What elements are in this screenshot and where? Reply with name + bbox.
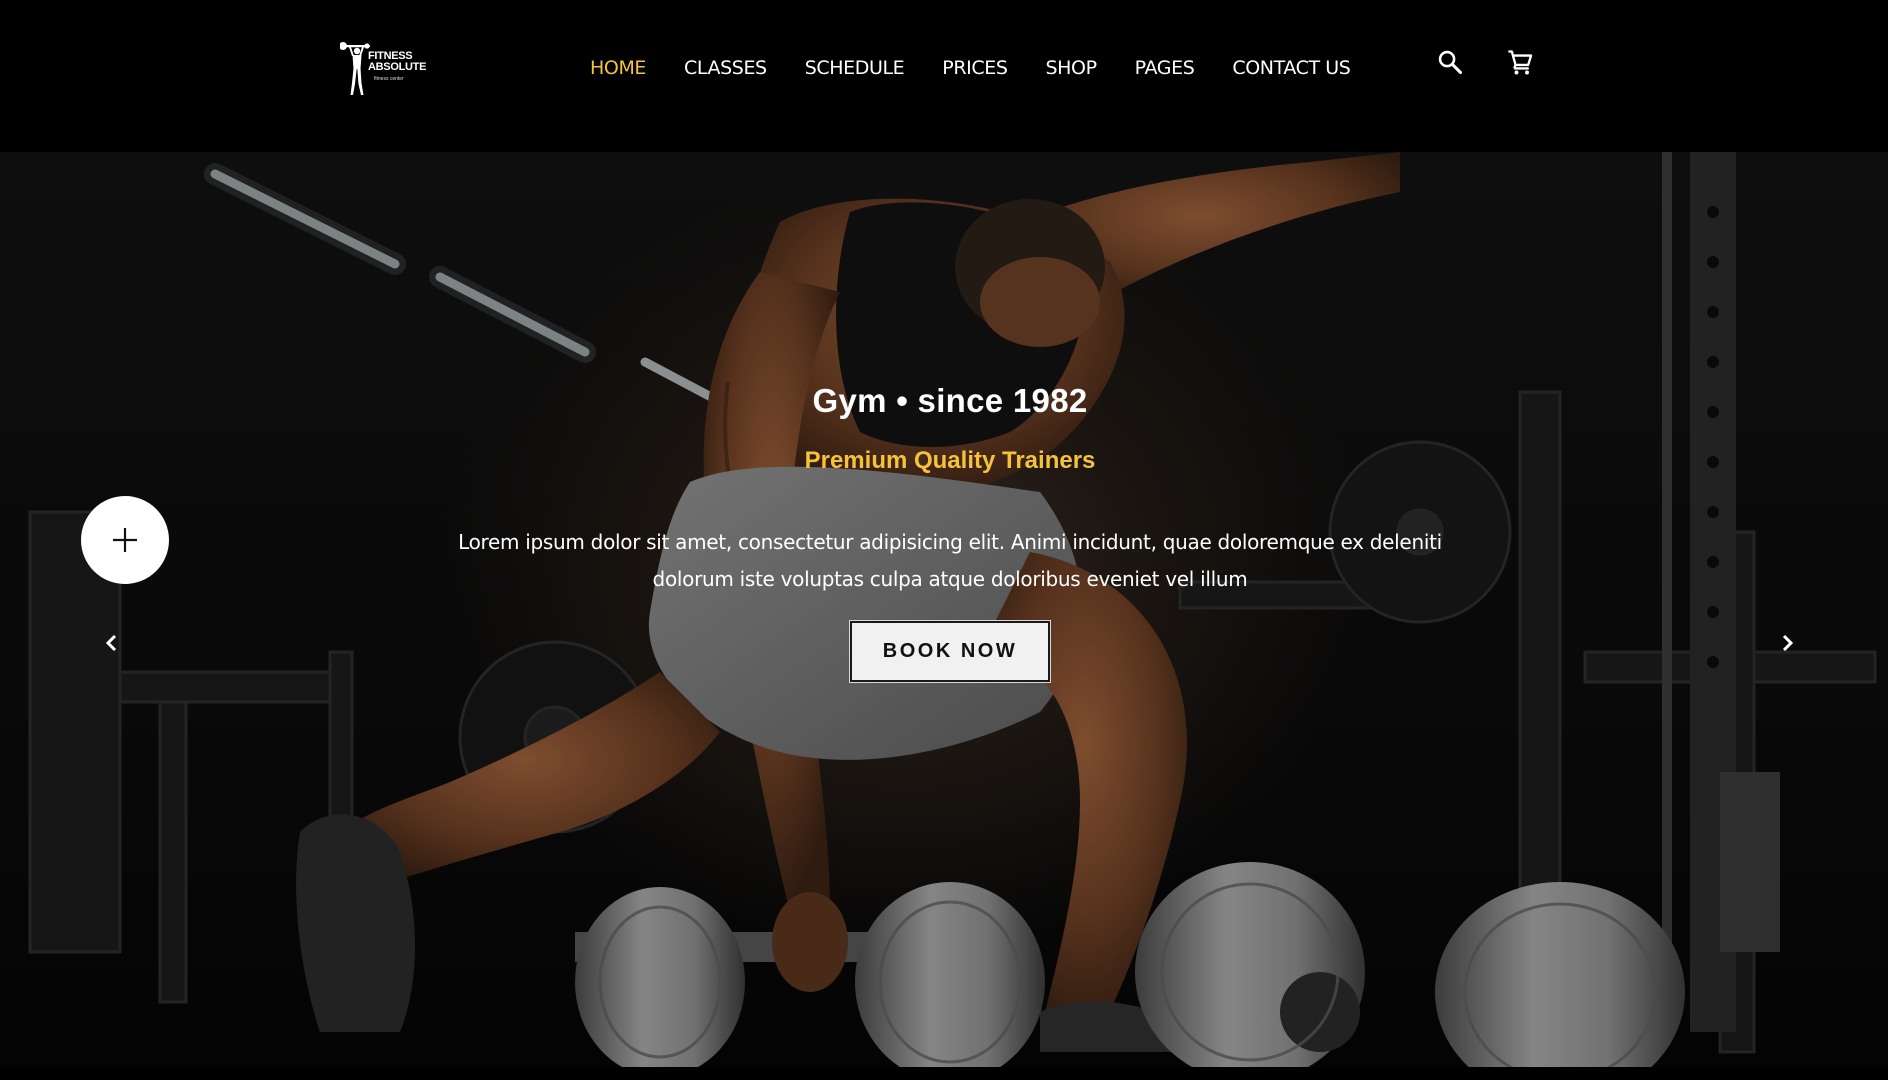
cart-icon [1508,50,1533,75]
nav-item-home[interactable]: HOME [590,57,646,79]
hero-description: Lorem ipsum dolor sit amet, consectetur … [458,530,1442,591]
search-button[interactable] [1434,46,1466,78]
slider-next-button[interactable] [1772,628,1802,658]
logo-tagline: fitness center [374,76,404,82]
expand-button[interactable] [81,496,169,584]
chevron-right-icon [1782,634,1794,652]
nav-item-contact-us[interactable]: CONTACT US [1232,57,1351,79]
hero-subtitle: Premium Quality Trainers [804,447,1096,474]
slider-prev-button[interactable] [97,628,127,658]
logo-line-2: ABSOLUTE [368,61,427,73]
hero-slider: Gym • since 1982 Premium Quality Trainer… [0,152,1888,1067]
nav-item-pages[interactable]: PAGES [1135,57,1195,79]
nav-item-classes[interactable]: CLASSES [684,57,767,79]
search-icon [1438,50,1463,75]
cart-button[interactable] [1504,46,1536,78]
nav-item-shop[interactable]: SHOP [1045,57,1097,79]
page: FITNESS ABSOLUTE fitness center HOME CLA… [0,0,1888,1080]
nav-item-prices[interactable]: PRICES [942,57,1008,79]
plus-icon [113,528,137,552]
logo-text: FITNESS ABSOLUTE fitness center [368,51,426,85]
book-now-button[interactable]: BOOK NOW [849,620,1051,683]
hero-title: Gym • since 1982 [812,382,1088,419]
logo[interactable]: FITNESS ABSOLUTE fitness center [340,38,445,98]
nav-item-schedule[interactable]: SCHEDULE [805,57,905,79]
site-header: FITNESS ABSOLUTE fitness center HOME CLA… [0,0,1888,152]
main-nav: HOME CLASSES SCHEDULE PRICES SHOP PAGES … [590,50,1388,86]
hero-dim-overlay [0,152,1888,1067]
chevron-left-icon [105,634,117,652]
